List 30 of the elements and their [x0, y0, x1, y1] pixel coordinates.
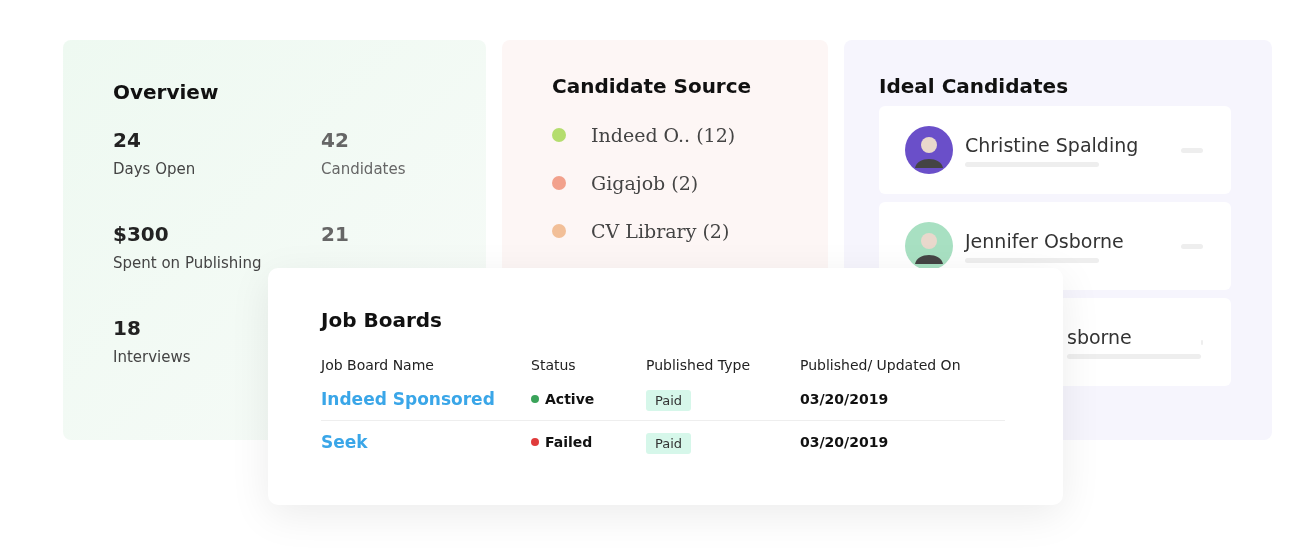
column-header: Published/ Updated On [800, 357, 962, 373]
stat-value: 42 [321, 128, 350, 154]
stat-value: $300 [113, 222, 170, 248]
column-header: Job Board Name [321, 357, 435, 373]
candidate-row[interactable]: Christine Spalding [879, 106, 1231, 194]
stat-value: 21 [321, 222, 350, 248]
type-tag: Paid [646, 389, 692, 411]
column-header: Status [531, 357, 577, 373]
card-title: Overview [113, 80, 220, 104]
card-title: Ideal Candidates [879, 74, 1070, 98]
card-title: Candidate Source [552, 74, 753, 98]
stat-label: Candidates [321, 160, 407, 178]
type-tag: Paid [646, 432, 692, 454]
date-text: 03/20/2019 [800, 434, 890, 450]
source-label: Gigajob (2) [591, 172, 699, 194]
stat-label: Days Open [113, 160, 197, 178]
stat-value: 24 [113, 128, 142, 154]
candidate-name: Jennifer Osborne [965, 229, 1125, 252]
stat-value: 18 [113, 316, 142, 342]
card-title: Job Boards [321, 308, 444, 332]
stat-label: Interviews [113, 348, 192, 366]
date-text: 03/20/2019 [800, 391, 890, 407]
source-label: CV Library (2) [591, 220, 730, 242]
source-label: Indeed O.. (12) [591, 124, 736, 146]
column-header: Published Type [646, 357, 751, 373]
candidate-name: sborne [1067, 325, 1132, 348]
status-text: Failed [545, 434, 593, 450]
stat-label: Spent on Publishing [113, 254, 263, 272]
candidate-name: Christine Spalding [965, 133, 1140, 156]
status-text: Active [545, 391, 595, 407]
